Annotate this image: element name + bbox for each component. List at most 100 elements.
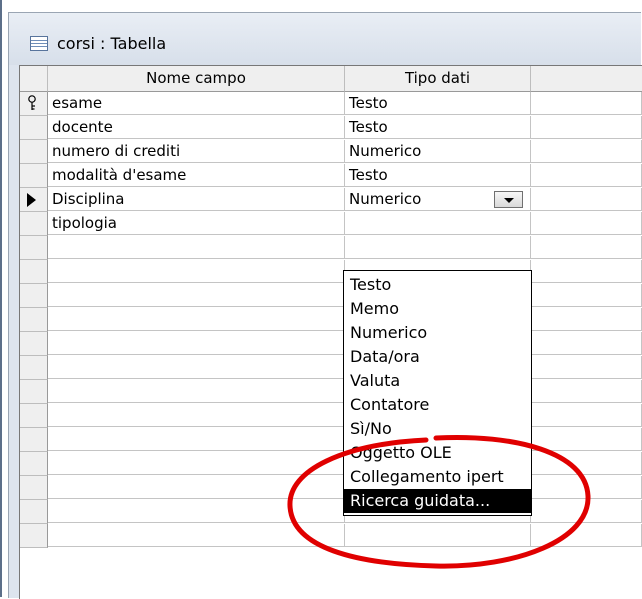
table-row[interactable] [20,428,642,452]
field-name-cell[interactable] [48,428,345,451]
field-name-cell[interactable]: Disciplina [48,188,345,211]
description-cell[interactable] [531,116,642,139]
dropdown-option[interactable]: Oggetto OLE [344,441,531,465]
data-type-dropdown-list[interactable]: Testo Memo Numerico Data/ora Valuta Contatore… [343,270,532,516]
field-name-cell[interactable] [48,380,345,403]
row-selector[interactable] [20,452,48,476]
description-cell[interactable] [531,140,642,163]
row-selector[interactable] [20,116,48,140]
row-selector[interactable] [20,476,48,500]
description-cell[interactable] [531,500,642,523]
row-selector[interactable] [20,524,48,548]
description-cell[interactable] [531,92,642,115]
field-name-cell[interactable] [48,524,345,547]
data-type-cell[interactable]: Numerico [345,140,531,163]
field-name-cell[interactable] [48,500,345,523]
row-selector[interactable] [20,380,48,404]
data-type-cell[interactable]: Numerico [345,188,531,211]
table-row[interactable] [20,380,642,404]
window-titlebar[interactable]: corsi : Tabella [9,13,641,65]
data-type-cell[interactable] [345,524,531,547]
description-cell[interactable] [531,428,642,451]
description-cell[interactable] [531,212,642,235]
description-cell[interactable] [531,404,642,427]
row-selector[interactable] [20,188,48,212]
table-row[interactable]: esame Testo [20,92,642,116]
row-selector[interactable] [20,140,48,164]
field-name-cell[interactable]: numero di crediti [48,140,345,163]
dropdown-option[interactable]: Data/ora [344,345,531,369]
description-cell[interactable] [531,452,642,475]
description-cell[interactable] [531,308,642,331]
field-name-cell[interactable] [48,476,345,499]
row-selector[interactable] [20,308,48,332]
description-cell[interactable] [531,380,642,403]
row-selector[interactable] [20,500,48,524]
field-name-cell[interactable] [48,284,345,307]
dropdown-option[interactable]: Numerico [344,321,531,345]
column-header-data-type[interactable]: Tipo dati [345,66,531,92]
field-name-cell[interactable]: esame [48,92,345,115]
table-row[interactable] [20,356,642,380]
field-name-cell[interactable] [48,452,345,475]
description-cell[interactable] [531,356,642,379]
data-type-cell[interactable] [345,212,531,235]
row-selector[interactable] [20,212,48,236]
dropdown-option[interactable]: Testo [344,273,531,297]
field-name-cell[interactable] [48,332,345,355]
table-row[interactable]: tipologia [20,212,642,236]
table-row[interactable] [20,284,642,308]
row-selector[interactable] [20,92,48,116]
row-selector[interactable] [20,356,48,380]
data-type-cell[interactable]: Testo [345,92,531,115]
row-selector[interactable] [20,260,48,284]
data-type-cell[interactable] [345,236,531,259]
row-selector[interactable] [20,164,48,188]
column-header-description[interactable] [531,66,642,92]
table-row[interactable] [20,332,642,356]
row-selector[interactable] [20,284,48,308]
dropdown-option[interactable]: Collegamento ipert [344,465,531,489]
row-selector[interactable] [20,428,48,452]
dropdown-option[interactable]: Contatore [344,393,531,417]
table-row[interactable] [20,476,642,500]
table-row[interactable] [20,308,642,332]
description-cell[interactable] [531,260,642,283]
table-row[interactable] [20,452,642,476]
field-name-cell[interactable] [48,356,345,379]
dropdown-option[interactable]: Ricerca guidata... [344,489,531,513]
table-row[interactable] [20,404,642,428]
table-row[interactable]: Disciplina Numerico [20,188,642,212]
table-row[interactable] [20,500,642,524]
field-name-cell[interactable] [48,260,345,283]
table-row[interactable] [20,236,642,260]
description-cell[interactable] [531,236,642,259]
description-cell[interactable] [531,284,642,307]
data-type-dropdown-button[interactable] [494,191,523,208]
description-cell[interactable] [531,524,642,547]
field-name-cell[interactable]: tipologia [48,212,345,235]
field-name-cell[interactable] [48,236,345,259]
field-name-cell[interactable]: modalità d'esame [48,164,345,187]
table-row[interactable]: modalità d'esame Testo [20,164,642,188]
table-row[interactable]: numero di crediti Numerico [20,140,642,164]
table-row[interactable]: docente Testo [20,116,642,140]
data-type-cell[interactable]: Testo [345,164,531,187]
row-selector[interactable] [20,332,48,356]
description-cell[interactable] [531,332,642,355]
field-name-cell[interactable]: docente [48,116,345,139]
dropdown-option[interactable]: Sì/No [344,417,531,441]
dropdown-option[interactable]: Memo [344,297,531,321]
row-selector[interactable] [20,236,48,260]
field-name-cell[interactable] [48,404,345,427]
description-cell[interactable] [531,164,642,187]
dropdown-option[interactable]: Valuta [344,369,531,393]
field-name-cell[interactable] [48,308,345,331]
table-row[interactable] [20,524,642,548]
row-selector[interactable] [20,404,48,428]
data-type-cell[interactable]: Testo [345,116,531,139]
description-cell[interactable] [531,476,642,499]
description-cell[interactable] [531,188,642,211]
table-row[interactable] [20,260,642,284]
column-header-field-name[interactable]: Nome campo [48,66,345,92]
